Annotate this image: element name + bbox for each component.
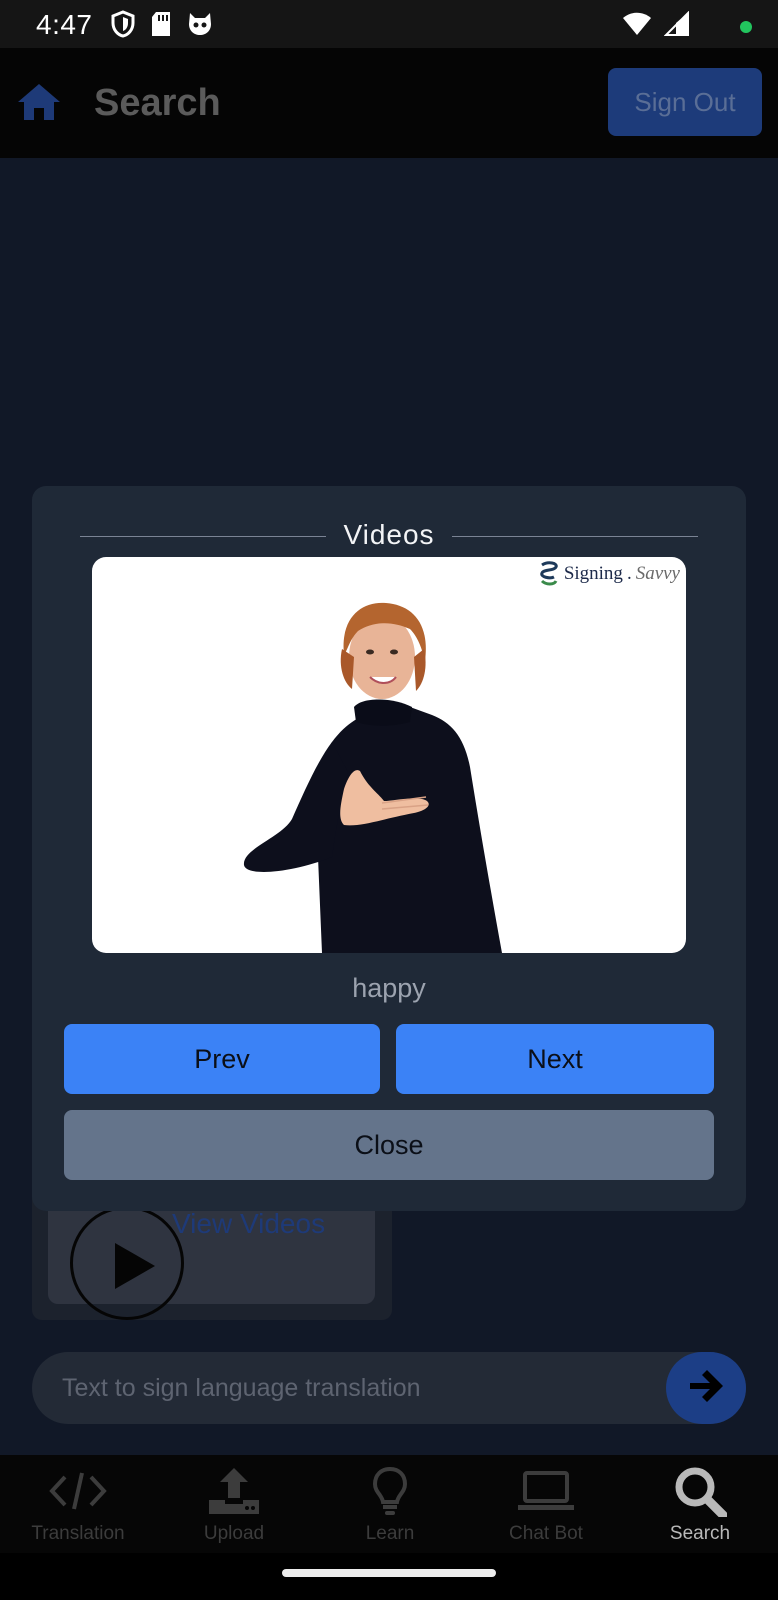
status-time: 4:47 xyxy=(36,9,93,40)
tab-label: Search xyxy=(669,1523,731,1544)
tab-label: Translation xyxy=(31,1523,125,1544)
divider xyxy=(80,536,326,537)
page-title: Search xyxy=(94,82,221,124)
tab-label: Upload xyxy=(203,1523,265,1544)
cellular-signal-icon xyxy=(663,10,690,42)
search-icon xyxy=(673,1465,728,1522)
sign-out-button[interactable]: Sign Out xyxy=(608,68,762,136)
divider xyxy=(452,536,698,537)
tab-label: Learn xyxy=(365,1523,415,1544)
signer-figure xyxy=(243,602,502,953)
tab-upload[interactable]: Upload xyxy=(156,1467,312,1545)
prev-button[interactable]: Prev xyxy=(64,1024,380,1094)
home-gesture-handle[interactable] xyxy=(282,1569,496,1577)
sign-video-player[interactable]: Signing. Savvy xyxy=(92,557,686,953)
tab-translation[interactable]: Translation xyxy=(0,1467,156,1545)
videos-modal: Videos Signing. Savvy happy Prev Next Cl… xyxy=(32,486,746,1211)
lightbulb-icon xyxy=(372,1466,408,1521)
bottom-tab-bar: Translation Upload Learn Chat Bot Search xyxy=(0,1455,778,1553)
system-nav-bar xyxy=(0,1553,778,1600)
tab-learn[interactable]: Learn xyxy=(312,1466,468,1545)
tab-label: Chat Bot xyxy=(509,1523,583,1544)
play-icon xyxy=(115,1243,155,1289)
privacy-dot-icon xyxy=(740,20,752,33)
arrow-right-icon xyxy=(688,1369,724,1407)
translation-input[interactable] xyxy=(62,1370,662,1406)
next-button[interactable]: Next xyxy=(396,1024,714,1094)
view-videos-link[interactable]: View Videos xyxy=(172,1208,325,1240)
cat-face-icon xyxy=(186,11,214,42)
home-icon[interactable] xyxy=(16,82,62,127)
wifi-icon xyxy=(622,12,652,41)
video-caption: happy xyxy=(352,973,426,1003)
tab-chat-bot[interactable]: Chat Bot xyxy=(468,1467,624,1545)
send-button[interactable] xyxy=(666,1352,746,1424)
status-bar: 4:47 xyxy=(0,0,778,48)
app-screen: Search Sign Out View Videos Translation xyxy=(0,48,778,1553)
translation-input-row xyxy=(32,1352,746,1424)
sd-card-icon xyxy=(150,11,172,42)
tab-search[interactable]: Search xyxy=(622,1467,778,1545)
modal-title: Videos xyxy=(343,519,435,550)
upload-icon xyxy=(207,1466,261,1521)
shield-icon xyxy=(110,10,136,43)
status-right-icons xyxy=(622,10,752,42)
play-button[interactable] xyxy=(70,1206,184,1320)
code-icon xyxy=(49,1471,107,1516)
laptop-icon xyxy=(516,1470,576,1517)
status-left-icons xyxy=(110,10,214,43)
top-bar: Search Sign Out xyxy=(0,48,778,158)
close-button[interactable]: Close xyxy=(64,1110,714,1180)
